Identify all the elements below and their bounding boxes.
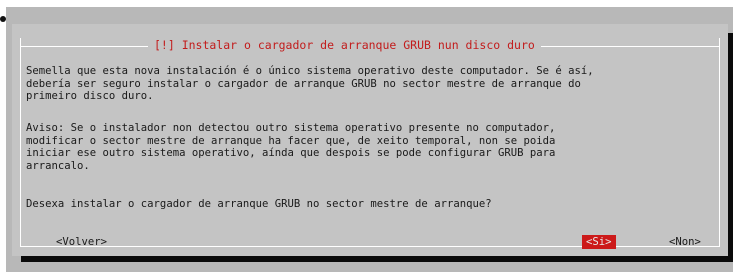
installer-screen: [!] Instalar o cargador de arranque GRUB… <box>0 0 743 277</box>
back-button[interactable]: <Volver> <box>56 235 107 249</box>
dialog-title: [!] Instalar o cargador de arranque GRUB… <box>148 36 541 54</box>
no-button[interactable]: <Non> <box>669 235 701 249</box>
dialog-question: Desexa instalar o cargador de arranque G… <box>26 198 492 210</box>
grub-install-dialog: [!] Instalar o cargador de arranque GRUB… <box>12 24 728 256</box>
dialog-paragraph-info: Semella que esta nova instalación é o ún… <box>26 65 594 102</box>
dialog-paragraph-warning: Aviso: Se o instalador non detectou outr… <box>26 122 556 172</box>
yes-button[interactable]: <Si> <box>582 235 616 249</box>
